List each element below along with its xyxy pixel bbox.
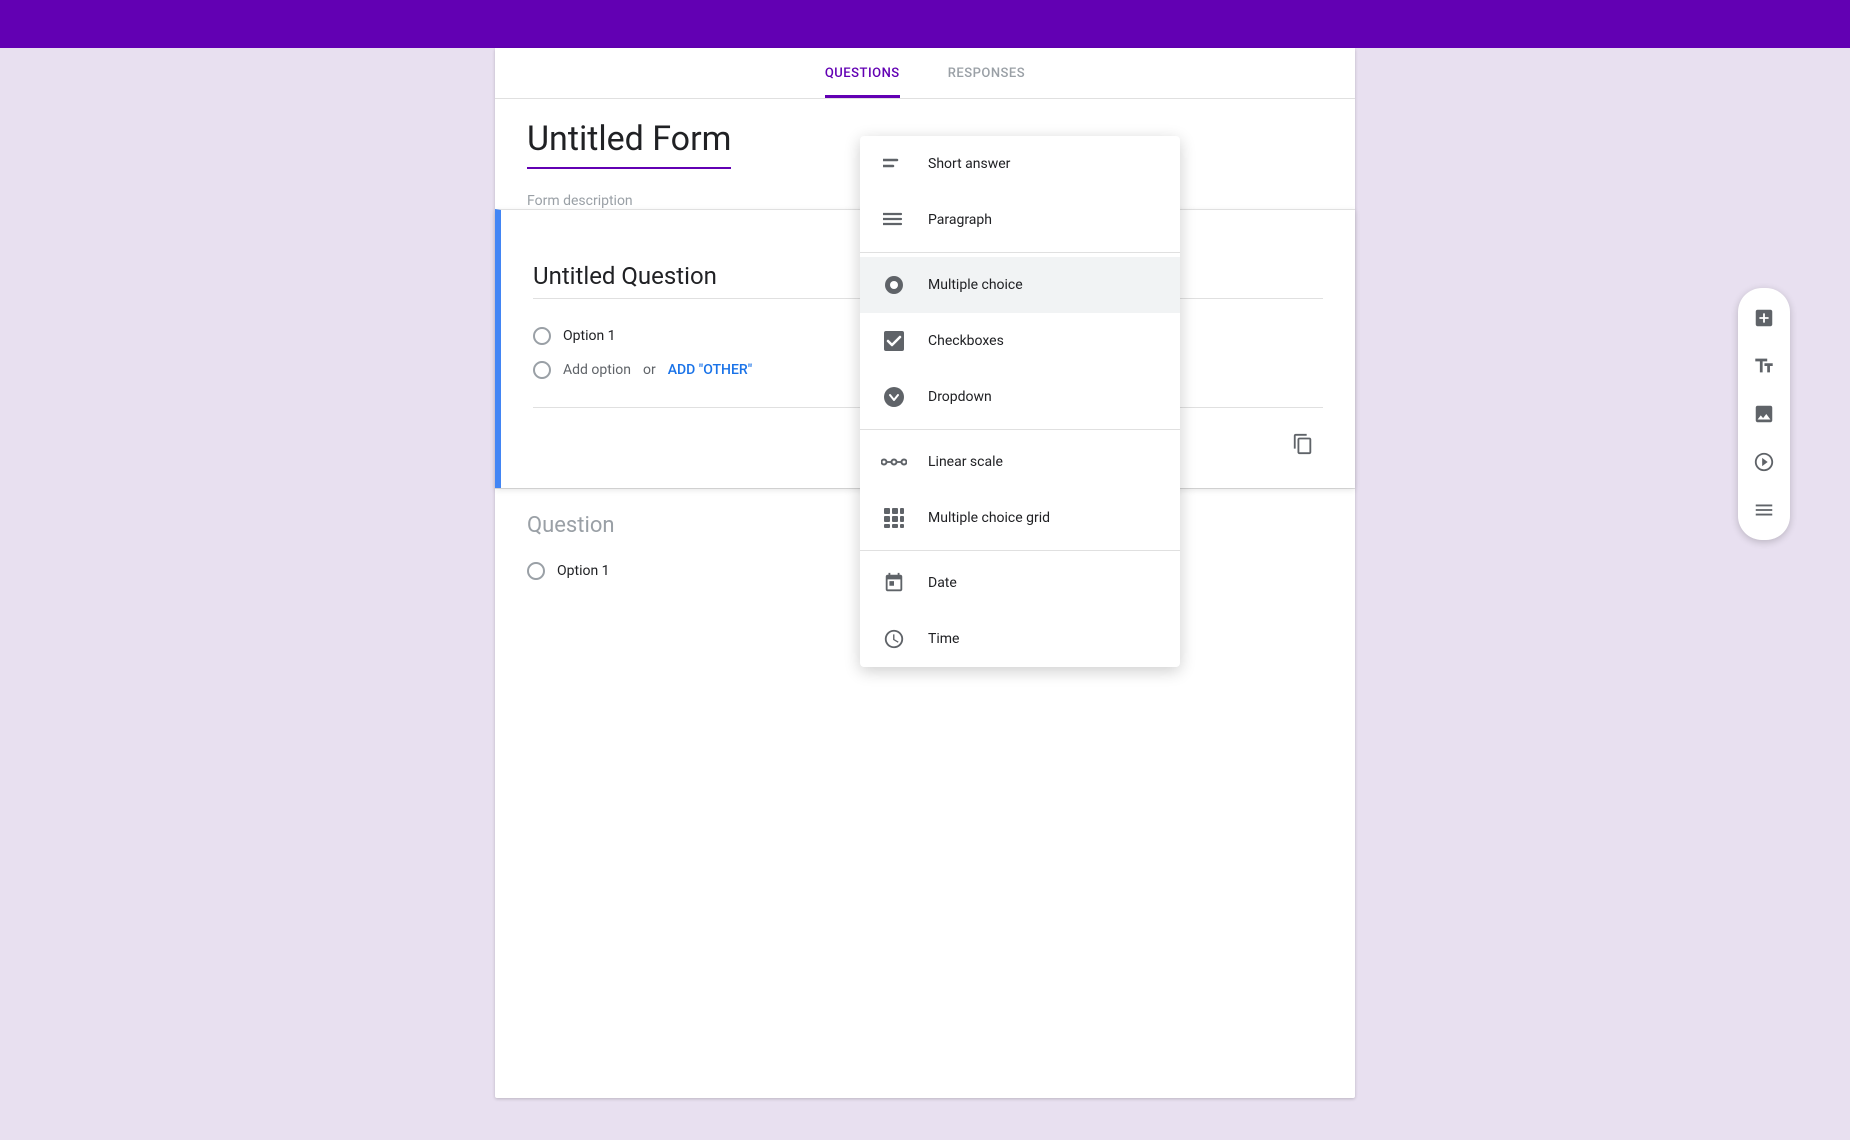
divider-1 (860, 252, 1180, 253)
right-sidebar (1738, 288, 1790, 540)
dropdown-menu: Short answer Paragraph Multiple (860, 136, 1180, 667)
tab-bar: QUESTIONS RESPONSES (495, 48, 1355, 99)
dropdown-item-time[interactable]: Time (860, 611, 1180, 667)
dropdown-item-multiple-choice[interactable]: Multiple choice (860, 257, 1180, 313)
add-other-link[interactable]: ADD "OTHER" (668, 362, 752, 378)
paragraph-icon (880, 206, 908, 234)
linear-scale-icon (880, 448, 908, 476)
add-section-button[interactable] (1742, 488, 1786, 532)
dropdown-item-multiple-choice-grid[interactable]: Multiple choice grid (860, 490, 1180, 546)
linear-scale-label: Linear scale (928, 454, 1003, 470)
dropdown-item-checkboxes[interactable]: Checkboxes (860, 313, 1180, 369)
tab-questions[interactable]: QUESTIONS (825, 48, 900, 98)
multiple-choice-grid-label: Multiple choice grid (928, 510, 1050, 526)
time-label: Time (928, 631, 959, 647)
multiple-choice-grid-icon (880, 504, 908, 532)
short-answer-icon (880, 150, 908, 178)
add-video-button[interactable] (1742, 440, 1786, 484)
multiple-choice-label: Multiple choice (928, 277, 1023, 293)
dropdown-item-paragraph[interactable]: Paragraph (860, 192, 1180, 248)
dropdown-icon (880, 383, 908, 411)
checkboxes-label: Checkboxes (928, 333, 1004, 349)
add-question-button[interactable] (1742, 296, 1786, 340)
time-icon (880, 625, 908, 653)
inactive-radio-circle (527, 562, 545, 580)
radio-circle-1 (533, 327, 551, 345)
dropdown-label: Dropdown (928, 389, 992, 405)
checkboxes-icon (880, 327, 908, 355)
add-title-button[interactable] (1742, 344, 1786, 388)
date-icon (880, 569, 908, 597)
multiple-choice-icon (880, 271, 908, 299)
option-1-text: Option 1 (563, 328, 616, 344)
main-container: QUESTIONS RESPONSES Untitled Form Form d… (0, 48, 1850, 1098)
dropdown-item-linear-scale[interactable]: Linear scale (860, 434, 1180, 490)
radio-circle-add (533, 361, 551, 379)
add-image-button[interactable] (1742, 392, 1786, 436)
tab-responses[interactable]: RESPONSES (948, 48, 1025, 98)
divider-2 (860, 429, 1180, 430)
inactive-option-1-text: Option 1 (557, 563, 610, 579)
add-option-or: or (643, 362, 656, 378)
dropdown-item-short-answer[interactable]: Short answer (860, 136, 1180, 192)
form-title[interactable]: Untitled Form (527, 119, 731, 169)
short-answer-label: Short answer (928, 156, 1010, 172)
top-bar (0, 0, 1850, 48)
paragraph-label: Paragraph (928, 212, 992, 228)
divider-3 (860, 550, 1180, 551)
copy-button[interactable] (1283, 424, 1323, 464)
dropdown-item-dropdown[interactable]: Dropdown (860, 369, 1180, 425)
date-label: Date (928, 575, 957, 591)
dropdown-item-date[interactable]: Date (860, 555, 1180, 611)
add-option-text[interactable]: Add option (563, 362, 631, 378)
